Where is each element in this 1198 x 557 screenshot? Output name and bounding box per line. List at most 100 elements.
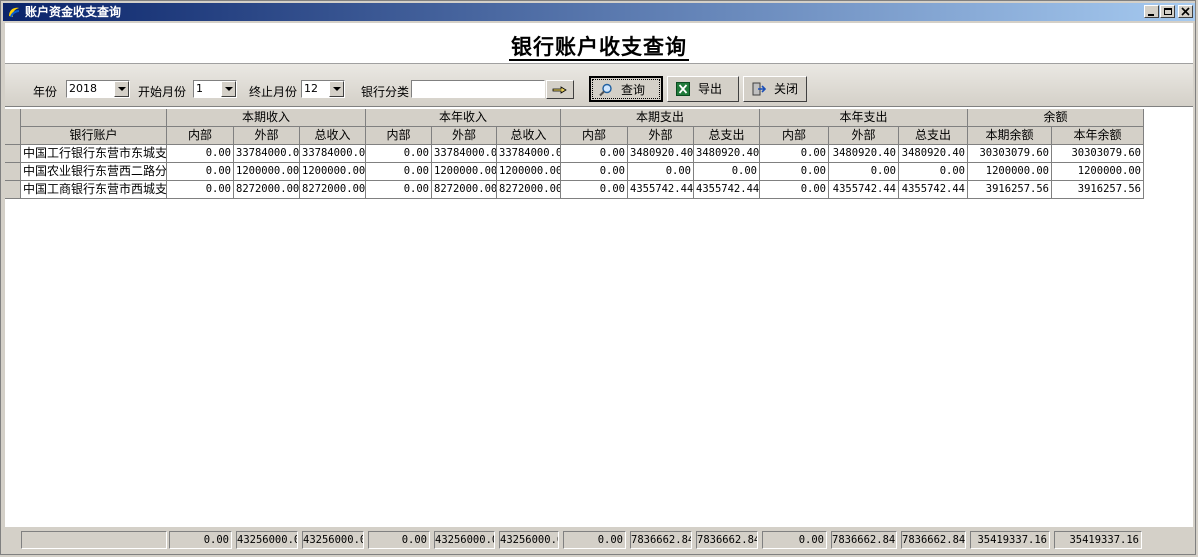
column-header[interactable]: 总支出 [694, 127, 760, 145]
amount-cell[interactable]: 1200000.00 [300, 163, 366, 181]
amount-cell[interactable]: 0.00 [167, 145, 234, 163]
amount-cell[interactable]: 0.00 [167, 181, 234, 199]
total-cell: 7836662.84 [696, 531, 758, 549]
column-header[interactable]: 本期余额 [968, 127, 1052, 145]
totals-bar: 0.00 43256000.0 43256000.0 0.00 43256000.0 43… [5, 527, 1193, 552]
minimize-button[interactable] [1144, 5, 1159, 18]
amount-cell[interactable]: 30303079.60 [1052, 145, 1144, 163]
amount-cell[interactable]: 3480920.40 [899, 145, 968, 163]
total-cell: 43256000.0 [499, 531, 559, 549]
page-title: 银行账户收支查询 [509, 35, 689, 61]
amount-cell[interactable]: 8272000.00 [300, 181, 366, 199]
column-header[interactable]: 外部 [829, 127, 899, 145]
amount-cell[interactable]: 4355742.44 [829, 181, 899, 199]
amount-cell[interactable]: 1200000.00 [968, 163, 1052, 181]
column-header[interactable]: 总收入 [300, 127, 366, 145]
amount-cell[interactable]: 0.00 [829, 163, 899, 181]
amount-cell[interactable]: 0.00 [694, 163, 760, 181]
amount-cell[interactable]: 3480920.40 [694, 145, 760, 163]
amount-cell[interactable]: 8272000.00 [234, 181, 300, 199]
amount-cell[interactable]: 0.00 [366, 145, 432, 163]
end-month-select[interactable]: 12 [301, 80, 345, 98]
client-area: 银行账户收支查询 年份 2018 开始月份 1 终止月份 12 银行分类 查询 … [5, 23, 1193, 552]
filter-toolbar: 年份 2018 开始月份 1 终止月份 12 银行分类 查询 导出 关闭 [5, 63, 1193, 107]
total-cell: 35419337.16 [1054, 531, 1142, 549]
amount-cell[interactable]: 4355742.44 [694, 181, 760, 199]
window-title: 账户资金收支查询 [25, 5, 122, 19]
amount-cell[interactable]: 0.00 [561, 163, 628, 181]
column-header[interactable]: 外部 [432, 127, 497, 145]
total-cell: 43256000.0 [434, 531, 495, 549]
column-header[interactable]: 总支出 [899, 127, 968, 145]
amount-cell[interactable]: 33784000.0 [432, 145, 497, 163]
group-header: 本年收入 [366, 109, 561, 127]
column-header[interactable]: 内部 [760, 127, 829, 145]
account-cell[interactable]: 中国工商银行东营市西城支 [21, 181, 167, 199]
amount-cell[interactable]: 3916257.56 [968, 181, 1052, 199]
bank-category-pick-button[interactable] [546, 80, 574, 99]
amount-cell[interactable]: 3916257.56 [1052, 181, 1144, 199]
amount-cell[interactable]: 0.00 [366, 163, 432, 181]
row-indicator[interactable] [5, 145, 21, 163]
row-indicator[interactable] [5, 163, 21, 181]
close-button[interactable]: 关闭 [743, 76, 807, 102]
amount-cell[interactable]: 1200000.00 [234, 163, 300, 181]
column-header[interactable]: 本年余额 [1052, 127, 1144, 145]
app-logo-icon [9, 7, 20, 18]
amount-cell[interactable]: 3480920.40 [628, 145, 694, 163]
amount-cell[interactable]: 8272000.00 [432, 181, 497, 199]
amount-cell[interactable]: 1200000.00 [432, 163, 497, 181]
chevron-down-icon[interactable] [221, 81, 236, 97]
amount-cell[interactable]: 0.00 [167, 163, 234, 181]
total-cell: 7836662.84 [901, 531, 966, 549]
amount-cell[interactable]: 4355742.44 [899, 181, 968, 199]
amount-cell[interactable]: 0.00 [561, 145, 628, 163]
account-cell[interactable]: 中国工行银行东营市东城支 [21, 145, 167, 163]
total-cell: 0.00 [762, 531, 827, 549]
year-label: 年份 [33, 85, 58, 99]
magnifier-icon [599, 83, 612, 97]
amount-cell[interactable]: 33784000.00 [300, 145, 366, 163]
column-header[interactable]: 银行账户 [21, 127, 167, 145]
amount-cell[interactable]: 0.00 [899, 163, 968, 181]
data-grid: 本期收入 本年收入 本期支出 本年支出 余额 银行账户 内部 外部 总收入 内部 外部 总收入 内部 外部… [5, 109, 1193, 527]
export-button[interactable]: 导出 [667, 76, 739, 102]
app-window: 账户资金收支查询 银行账户收支查询 年份 2018 开始月份 1 终止月份 12… [0, 0, 1196, 555]
total-cell: 35419337.16 [970, 531, 1050, 549]
column-header[interactable]: 内部 [167, 127, 234, 145]
year-select[interactable]: 2018 [66, 80, 130, 98]
row-indicator[interactable] [5, 181, 21, 199]
amount-cell[interactable]: 1200000.00 [497, 163, 561, 181]
group-header: 本期支出 [561, 109, 760, 127]
start-month-select[interactable]: 1 [193, 80, 237, 98]
chevron-down-icon[interactable] [114, 81, 129, 97]
amount-cell[interactable]: 0.00 [561, 181, 628, 199]
amount-cell[interactable]: 1200000.00 [1052, 163, 1144, 181]
close-window-button[interactable] [1178, 5, 1193, 18]
grid-header-blank [21, 109, 167, 127]
column-header[interactable]: 内部 [561, 127, 628, 145]
column-header[interactable]: 外部 [628, 127, 694, 145]
total-cell: 0.00 [169, 531, 232, 549]
amount-cell[interactable]: 0.00 [628, 163, 694, 181]
chevron-down-icon[interactable] [329, 81, 344, 97]
account-cell[interactable]: 中国农业银行东营西二路分 [21, 163, 167, 181]
column-header[interactable]: 总收入 [497, 127, 561, 145]
column-header[interactable]: 外部 [234, 127, 300, 145]
amount-cell[interactable]: 33784000.0 [497, 145, 561, 163]
bank-category-input[interactable] [411, 80, 545, 98]
amount-cell[interactable]: 0.00 [760, 181, 829, 199]
amount-cell[interactable]: 4355742.44 [628, 181, 694, 199]
maximize-button[interactable] [1160, 5, 1175, 18]
amount-cell[interactable]: 30303079.60 [968, 145, 1052, 163]
group-header: 本期收入 [167, 109, 366, 127]
amount-cell[interactable]: 33784000.00 [234, 145, 300, 163]
title-bar[interactable]: 账户资金收支查询 [3, 3, 1195, 21]
column-header[interactable]: 内部 [366, 127, 432, 145]
query-button[interactable]: 查询 [589, 76, 663, 102]
amount-cell[interactable]: 0.00 [366, 181, 432, 199]
amount-cell[interactable]: 0.00 [760, 163, 829, 181]
amount-cell[interactable]: 3480920.40 [829, 145, 899, 163]
amount-cell[interactable]: 8272000.00 [497, 181, 561, 199]
amount-cell[interactable]: 0.00 [760, 145, 829, 163]
